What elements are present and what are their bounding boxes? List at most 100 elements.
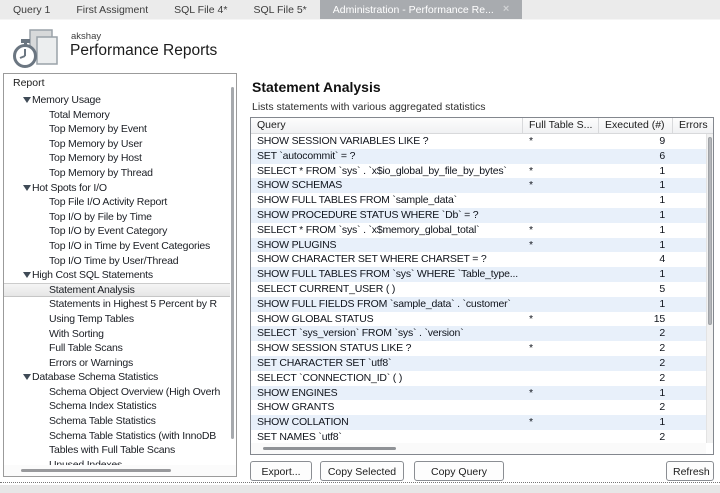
- errors-cell: [673, 238, 706, 253]
- full-table-scan-cell: [523, 297, 599, 312]
- table-row[interactable]: SHOW FULL TABLES FROM `sample_data`1: [251, 193, 706, 208]
- table-row[interactable]: SELECT CURRENT_USER ( )5: [251, 282, 706, 297]
- collapse-triangle-icon[interactable]: [23, 97, 31, 103]
- full-table-scan-cell: [523, 149, 599, 164]
- table-row[interactable]: SHOW GLOBAL STATUS*15: [251, 312, 706, 327]
- full-table-scan-cell: [523, 193, 599, 208]
- sidebar-item-top-memory-by-host[interactable]: Top Memory by Host: [4, 151, 230, 166]
- sidebar-item-schema-table-statistics-with-innodb[interactable]: Schema Table Statistics (with InnoDB: [4, 429, 230, 444]
- tab-label: First Assigment: [76, 4, 148, 16]
- table-vertical-scrollbar-thumb[interactable]: [708, 137, 712, 325]
- tab-query-1[interactable]: Query 1: [0, 0, 63, 19]
- sidebar-item-unused-indexes[interactable]: Unused Indexes: [4, 458, 230, 465]
- column-header-full-table-scan[interactable]: Full Table S...: [523, 118, 599, 133]
- report-sidebar: Report Memory UsageTotal MemoryTop Memor…: [3, 73, 237, 477]
- tree-section-memory-usage[interactable]: Memory Usage: [4, 93, 230, 108]
- table-row[interactable]: SHOW SESSION STATUS LIKE ?*2: [251, 341, 706, 356]
- column-header-query[interactable]: Query: [251, 118, 523, 133]
- table-row[interactable]: SELECT `CONNECTION_ID` ( )2: [251, 371, 706, 386]
- table-row[interactable]: SHOW FULL FIELDS FROM `sample_data` . `c…: [251, 297, 706, 312]
- query-cell: SET `autocommit` = ?: [251, 149, 523, 164]
- table-row[interactable]: SELECT * FROM `sys` . `x$memory_global_t…: [251, 223, 706, 238]
- sidebar-title: Report: [4, 74, 236, 91]
- sidebar-item-top-i-o-by-event-category[interactable]: Top I/O by Event Category: [4, 224, 230, 239]
- table-row[interactable]: SHOW SCHEMAS*1: [251, 178, 706, 193]
- report-title: Statement Analysis: [252, 79, 381, 95]
- table-vertical-scrollbar[interactable]: [706, 134, 713, 443]
- tree-section-high-cost-sql-statements[interactable]: High Cost SQL Statements: [4, 268, 230, 283]
- statement-table-header: Query Full Table S... Executed (#) Error…: [251, 118, 713, 134]
- executed-cell: 1: [599, 386, 673, 401]
- executed-cell: 15: [599, 312, 673, 327]
- tree-section-hot-spots-for-i-o[interactable]: Hot Spots for I/O: [4, 181, 230, 196]
- query-cell: SHOW GLOBAL STATUS: [251, 312, 523, 327]
- export-button[interactable]: Export...: [250, 461, 312, 481]
- sidebar-item-full-table-scans[interactable]: Full Table Scans: [4, 341, 230, 356]
- full-table-scan-cell: [523, 430, 599, 443]
- table-horizontal-scrollbar-thumb[interactable]: [263, 447, 396, 450]
- collapse-triangle-icon[interactable]: [23, 185, 31, 191]
- column-header-executed[interactable]: Executed (#): [599, 118, 673, 133]
- executed-cell: 6: [599, 149, 673, 164]
- executed-cell: 1: [599, 223, 673, 238]
- executed-cell: 2: [599, 326, 673, 341]
- sidebar-item-using-temp-tables[interactable]: Using Temp Tables: [4, 312, 230, 327]
- sidebar-item-top-i-o-time-by-user-thread[interactable]: Top I/O Time by User/Thread: [4, 254, 230, 269]
- tab-close-icon[interactable]: ×: [503, 4, 509, 15]
- sidebar-item-top-file-i-o-activity-report[interactable]: Top File I/O Activity Report: [4, 195, 230, 210]
- tab-first-assigment[interactable]: First Assigment: [63, 0, 161, 19]
- performance-reports-icon: [10, 28, 60, 75]
- sidebar-item-errors-or-warnings[interactable]: Errors or Warnings: [4, 356, 230, 371]
- sidebar-item-top-memory-by-thread[interactable]: Top Memory by Thread: [4, 166, 230, 181]
- sidebar-item-top-memory-by-event[interactable]: Top Memory by Event: [4, 122, 230, 137]
- table-horizontal-scrollbar[interactable]: [251, 443, 706, 454]
- column-header-errors[interactable]: Errors: [673, 118, 713, 133]
- query-cell: SHOW FULL TABLES FROM `sys` WHERE `Table…: [251, 267, 523, 282]
- sidebar-item-top-i-o-by-file-by-time[interactable]: Top I/O by File by Time: [4, 210, 230, 225]
- table-row[interactable]: SHOW COLLATION*1: [251, 415, 706, 430]
- sidebar-item-top-memory-by-user[interactable]: Top Memory by User: [4, 137, 230, 152]
- table-row[interactable]: SET `autocommit` = ? 6: [251, 149, 706, 164]
- sidebar-item-statement-analysis[interactable]: Statement Analysis: [4, 283, 230, 298]
- table-row[interactable]: SHOW CHARACTER SET WHERE CHARSET = ?4: [251, 252, 706, 267]
- sidebar-horizontal-scrollbar[interactable]: [4, 465, 236, 476]
- copy-query-button[interactable]: Copy Query: [414, 461, 504, 481]
- sidebar-item-total-memory[interactable]: Total Memory: [4, 108, 230, 123]
- copy-selected-button[interactable]: Copy Selected: [320, 461, 404, 481]
- table-row[interactable]: SET CHARACTER SET `utf8`2: [251, 356, 706, 371]
- table-row[interactable]: SHOW PROCEDURE STATUS WHERE `Db` = ?1: [251, 208, 706, 223]
- tab-label: SQL File 5*: [253, 4, 306, 16]
- sidebar-item-statements-in-highest-5-percent-by-r[interactable]: Statements in Highest 5 Percent by R: [4, 297, 230, 312]
- executed-cell: 1: [599, 208, 673, 223]
- sidebar-item-tables-with-full-table-scans[interactable]: Tables with Full Table Scans: [4, 443, 230, 458]
- table-row[interactable]: SELECT `sys_version` FROM `sys` . `versi…: [251, 326, 706, 341]
- tree-section-database-schema-statistics[interactable]: Database Schema Statistics: [4, 370, 230, 385]
- table-row[interactable]: SELECT * FROM `sys` . `x$io_global_by_fi…: [251, 164, 706, 179]
- tab-label: Query 1: [13, 4, 50, 16]
- user-name: akshay: [71, 31, 101, 42]
- sidebar-item-top-i-o-in-time-by-event-categories[interactable]: Top I/O in Time by Event Categories: [4, 239, 230, 254]
- tab-sql-file-5[interactable]: SQL File 5*: [240, 0, 319, 19]
- table-row[interactable]: SHOW GRANTS2: [251, 400, 706, 415]
- sidebar-item-with-sorting[interactable]: With Sorting: [4, 327, 230, 342]
- sidebar-vertical-scrollbar-thumb[interactable]: [231, 87, 234, 439]
- full-table-scan-cell: [523, 356, 599, 371]
- sidebar-item-schema-table-statistics[interactable]: Schema Table Statistics: [4, 414, 230, 429]
- sidebar-item-schema-index-statistics[interactable]: Schema Index Statistics: [4, 399, 230, 414]
- collapse-triangle-icon[interactable]: [23, 272, 31, 278]
- query-cell: SHOW GRANTS: [251, 400, 523, 415]
- table-row[interactable]: SHOW SESSION VARIABLES LIKE ?*9: [251, 134, 706, 149]
- table-row[interactable]: SET NAMES `utf8`2: [251, 430, 706, 443]
- tab-administration-performance-re[interactable]: Administration - Performance Re...×: [320, 0, 523, 19]
- collapse-triangle-icon[interactable]: [23, 374, 31, 380]
- sidebar-item-schema-object-overview-high-overh[interactable]: Schema Object Overview (High Overh: [4, 385, 230, 400]
- query-cell: SELECT CURRENT_USER ( ): [251, 282, 523, 297]
- query-cell: SHOW SCHEMAS: [251, 178, 523, 193]
- tab-sql-file-4[interactable]: SQL File 4*: [161, 0, 240, 19]
- refresh-button[interactable]: Refresh: [666, 461, 714, 481]
- table-row[interactable]: SHOW FULL TABLES FROM `sys` WHERE `Table…: [251, 267, 706, 282]
- table-row[interactable]: SHOW ENGINES*1: [251, 386, 706, 401]
- sidebar-horizontal-scrollbar-thumb[interactable]: [21, 469, 171, 472]
- table-row[interactable]: SHOW PLUGINS*1: [251, 238, 706, 253]
- errors-cell: [673, 223, 706, 238]
